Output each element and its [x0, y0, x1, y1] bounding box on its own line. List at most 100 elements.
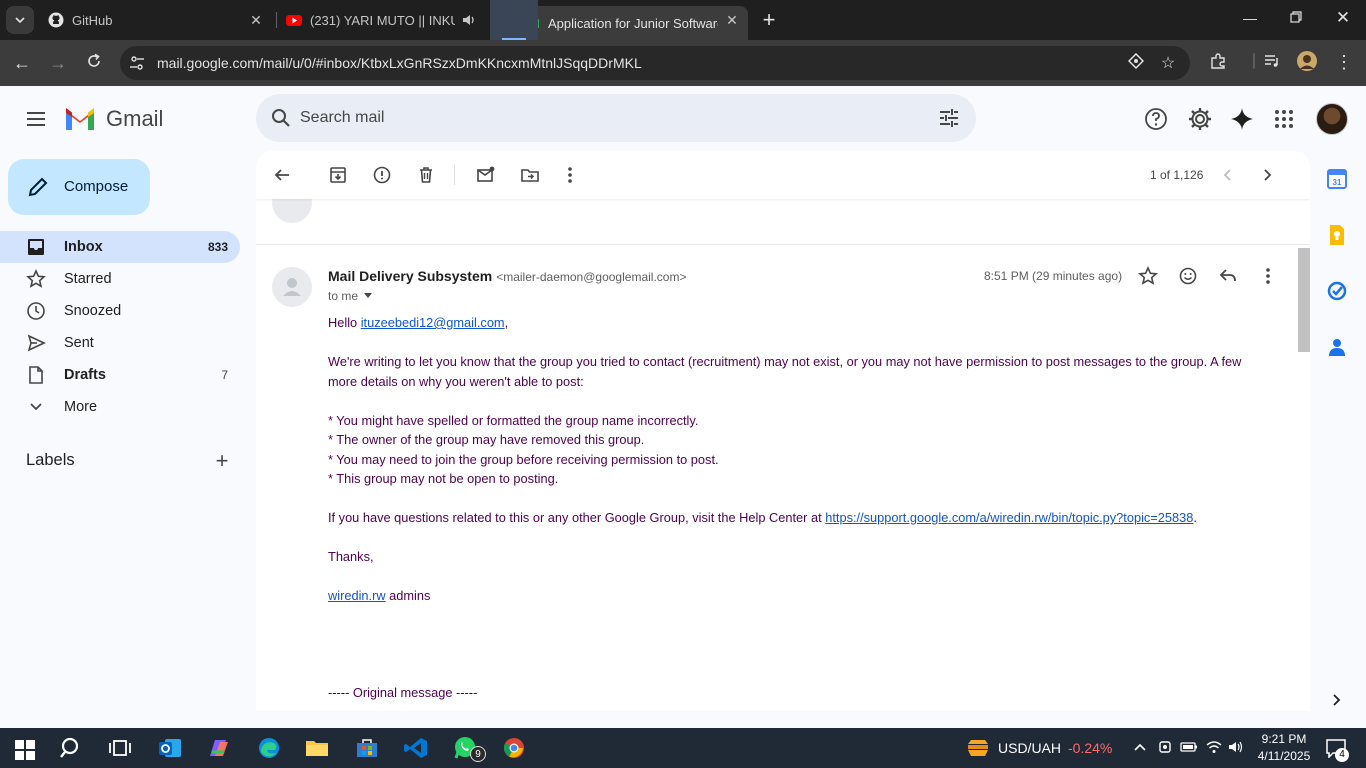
currency-ticker-label[interactable]: USD/UAH — [998, 740, 1061, 756]
back-button[interactable]: ← — [11, 52, 33, 74]
help-center-link[interactable]: https://support.google.com/a/wiredin.rw/… — [825, 510, 1193, 525]
scrollbar-thumb[interactable] — [1298, 248, 1310, 352]
send-icon — [27, 334, 46, 352]
previous-message-collapsed[interactable] — [256, 183, 1310, 245]
bookmark-star-icon[interactable]: ☆ — [1158, 53, 1178, 73]
sidebar-item-snoozed[interactable]: Snoozed — [0, 295, 240, 327]
speaker-icon[interactable] — [1226, 740, 1246, 757]
account-avatar[interactable] — [1316, 103, 1348, 135]
battery-icon[interactable] — [1179, 740, 1199, 757]
search-icon[interactable] — [270, 107, 292, 129]
create-label-button[interactable]: + — [211, 450, 233, 472]
help-icon[interactable] — [1143, 106, 1169, 132]
google-contacts-icon[interactable] — [1326, 336, 1348, 358]
google-keep-icon[interactable] — [1326, 224, 1348, 246]
site-info-icon[interactable] — [128, 54, 146, 72]
inbox-unread-count: 833 — [207, 240, 228, 254]
chevron-right-icon[interactable] — [1257, 165, 1277, 185]
chevron-left-icon[interactable] — [1218, 165, 1238, 185]
reply-icon[interactable] — [1218, 266, 1238, 286]
main-menu-button[interactable] — [24, 108, 48, 130]
tab-title: (231) YARI MUTO || INKURU — [310, 12, 455, 28]
message-timestamp: 8:51 PM (29 minutes ago) — [984, 269, 1123, 283]
copilot-icon[interactable] — [206, 736, 232, 760]
browser-menu-icon[interactable]: ⋮ — [1333, 52, 1355, 73]
close-icon[interactable]: ✕ — [724, 12, 740, 29]
sidebar-item-inbox[interactable]: Inbox 833 — [0, 231, 240, 263]
tab-search-button[interactable] — [6, 6, 34, 34]
new-tab-button[interactable]: + — [758, 8, 780, 32]
extensions-icon[interactable] — [1207, 52, 1229, 75]
url-text: mail.google.com/mail/u/0/#inbox/KtbxLxGn… — [157, 55, 642, 71]
clock-date: 4/11/2025 — [1257, 749, 1311, 763]
star-icon[interactable] — [1138, 266, 1158, 286]
address-bar[interactable]: mail.google.com/mail/u/0/#inbox/KtbxLxGn… — [120, 46, 1190, 80]
report-spam-icon[interactable] — [372, 165, 392, 185]
profile-avatar-icon[interactable] — [1296, 50, 1318, 77]
forward-button[interactable]: → — [47, 52, 69, 74]
tab-github[interactable]: GitHub ✕ — [40, 0, 272, 40]
media-control-icon[interactable] — [1261, 52, 1283, 75]
tab-youtube[interactable]: (231) YARI MUTO || INKURU ✕ — [278, 0, 510, 40]
sidebar-item-label: Starred — [64, 271, 112, 287]
sidebar-item-drafts[interactable]: Drafts 7 — [0, 359, 240, 391]
back-arrow-icon[interactable] — [272, 165, 292, 185]
compose-button[interactable]: Compose — [8, 159, 150, 215]
search-bar[interactable] — [256, 94, 976, 142]
recipient-email-link[interactable]: ituzeebedi12@gmail.com — [361, 315, 505, 330]
inbox-icon — [28, 239, 44, 255]
minimize-button[interactable]: — — [1240, 10, 1260, 26]
currency-widget-icon[interactable] — [965, 736, 991, 760]
search-icon[interactable] — [59, 736, 85, 760]
help-text-suffix: . — [1193, 510, 1197, 525]
wifi-icon[interactable] — [1204, 740, 1224, 757]
close-window-button[interactable]: ✕ — [1333, 8, 1353, 28]
mark-unread-icon[interactable] — [476, 165, 496, 185]
vscode-icon[interactable] — [403, 736, 429, 760]
archive-icon[interactable] — [328, 165, 348, 185]
search-input[interactable] — [300, 104, 900, 132]
caret-down-icon[interactable] — [364, 293, 373, 298]
chevron-up-icon[interactable] — [1130, 740, 1150, 757]
sidebar-item-label: Snoozed — [64, 303, 122, 319]
outlook-icon[interactable] — [157, 736, 183, 760]
google-tasks-icon[interactable] — [1326, 280, 1348, 302]
edge-browser-icon[interactable] — [256, 736, 282, 760]
recipient-details[interactable]: to me — [328, 289, 373, 303]
sender-name[interactable]: Mail Delivery Subsystem — [328, 268, 492, 284]
file-explorer-icon[interactable] — [304, 736, 330, 760]
chrome-icon[interactable] — [501, 736, 527, 760]
gemini-sparkle-icon[interactable] — [1229, 106, 1255, 132]
task-view-icon[interactable] — [106, 736, 132, 760]
restore-button[interactable] — [1286, 10, 1306, 26]
system-clock[interactable]: 9:21 PM 4/11/2025 — [1252, 731, 1316, 765]
microsoft-store-icon[interactable] — [354, 736, 380, 760]
reload-button[interactable] — [83, 52, 105, 74]
more-options-icon[interactable] — [560, 165, 580, 185]
windows-start-icon[interactable] — [12, 738, 38, 762]
settings-gear-icon[interactable] — [1187, 106, 1213, 132]
trash-icon[interactable] — [416, 165, 436, 185]
sidebar-item-sent[interactable]: Sent — [0, 327, 240, 359]
tab-gmail-active[interactable]: Application for Junior Software ✕ — [516, 6, 748, 40]
sidebar-item-label: Sent — [64, 335, 94, 351]
google-calendar-icon[interactable]: 31 — [1326, 168, 1348, 190]
sidebar-item-starred[interactable]: Starred — [0, 263, 240, 295]
lens-icon[interactable] — [1126, 52, 1146, 74]
emoji-reaction-icon[interactable] — [1178, 266, 1198, 286]
sidebar-item-more[interactable]: More — [0, 391, 240, 423]
signature-domain-link[interactable]: wiredin.rw — [328, 588, 386, 603]
pencil-icon — [28, 177, 48, 197]
speaker-icon[interactable] — [462, 13, 476, 27]
browser-tab-strip: GitHub ✕ (231) YARI MUTO || INKURU ✕ App… — [0, 0, 1366, 40]
google-apps-icon[interactable] — [1271, 106, 1297, 132]
camera-privacy-icon[interactable] — [1155, 740, 1175, 757]
move-to-folder-icon[interactable] — [520, 165, 540, 185]
chevron-right-icon[interactable] — [1326, 690, 1346, 710]
message-more-icon[interactable] — [1258, 266, 1278, 286]
gmail-logo-icon — [66, 108, 94, 130]
search-options-icon[interactable] — [938, 107, 960, 129]
close-icon[interactable]: ✕ — [248, 12, 264, 29]
recipient-label: to me — [328, 289, 359, 303]
drafts-count: 7 — [221, 368, 228, 382]
